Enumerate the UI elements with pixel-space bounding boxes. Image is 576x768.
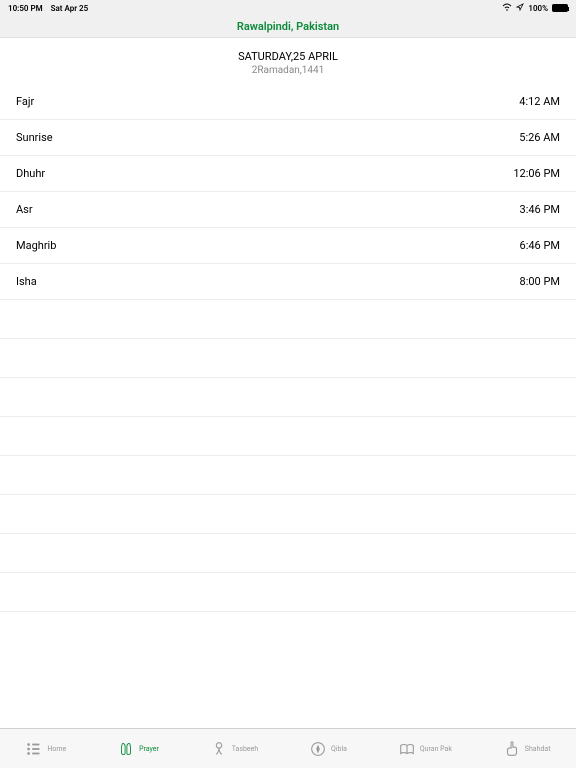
empty-row	[0, 495, 576, 534]
wifi-icon	[502, 3, 512, 13]
prayer-name: Sunrise	[16, 131, 53, 144]
status-date: Sat Apr 25	[51, 4, 89, 13]
prayer-row-fajr[interactable]: Fajr 4:12 AM	[0, 84, 576, 120]
prayer-time: 12:06 PM	[513, 167, 560, 180]
empty-row	[0, 378, 576, 417]
book-icon	[398, 740, 416, 758]
prayer-time: 3:46 PM	[520, 203, 560, 216]
tab-qibla[interactable]: Qibla	[309, 740, 347, 758]
prayer-row-maghrib[interactable]: Maghrib 6:46 PM	[0, 228, 576, 264]
prayer-time: 4:12 AM	[519, 95, 560, 108]
prayer-name: Dhuhr	[16, 167, 45, 180]
empty-row	[0, 300, 576, 339]
gregorian-date: SATURDAY,25 APRIL	[0, 50, 576, 63]
prayer-row-asr[interactable]: Asr 3:46 PM	[0, 192, 576, 228]
prayer-time: 6:46 PM	[520, 239, 560, 252]
compass-icon	[309, 740, 327, 758]
tab-label: Home	[47, 745, 66, 753]
prayer-name: Asr	[16, 203, 33, 216]
tab-quran[interactable]: Quran Pak	[398, 740, 452, 758]
status-bar: 10:50 PM Sat Apr 25 100%	[0, 0, 576, 16]
empty-row	[0, 339, 576, 378]
prayer-name: Isha	[16, 275, 37, 288]
date-section: SATURDAY,25 APRIL 2Ramadan,1441	[0, 38, 576, 84]
tab-prayer[interactable]: Prayer	[117, 740, 159, 758]
beads-icon	[210, 740, 228, 758]
tab-tasbeeh[interactable]: Tasbeeh	[210, 740, 258, 758]
battery-percent: 100%	[528, 4, 548, 13]
prayer-row-dhuhr[interactable]: Dhuhr 12:06 PM	[0, 156, 576, 192]
tab-home[interactable]: Home	[25, 740, 66, 758]
tab-label: Tasbeeh	[232, 745, 258, 753]
prayer-row-isha[interactable]: Isha 8:00 PM	[0, 264, 576, 300]
header: Rawalpindi, Pakistan	[0, 16, 576, 38]
location-title[interactable]: Rawalpindi, Pakistan	[237, 20, 339, 33]
empty-row	[0, 456, 576, 495]
prayer-name: Maghrib	[16, 239, 56, 252]
location-icon	[516, 3, 524, 13]
empty-row	[0, 534, 576, 573]
tab-label: Shahdat	[525, 745, 551, 753]
empty-row	[0, 417, 576, 456]
prayer-time: 8:00 PM	[520, 275, 560, 288]
tab-label: Qibla	[331, 745, 347, 753]
status-time: 10:50 PM	[8, 4, 43, 13]
islamic-date: 2Ramadan,1441	[0, 65, 576, 76]
tab-label: Prayer	[139, 745, 159, 753]
prayer-list: Fajr 4:12 AM Sunrise 5:26 AM Dhuhr 12:06…	[0, 84, 576, 728]
prayer-row-sunrise[interactable]: Sunrise 5:26 AM	[0, 120, 576, 156]
tab-bar: Home Prayer Tasbeeh Qibla Quran Pak Shah…	[0, 728, 576, 768]
prayer-time: 5:26 AM	[519, 131, 560, 144]
empty-row	[0, 573, 576, 612]
prayer-name: Fajr	[16, 95, 34, 108]
list-icon	[25, 740, 43, 758]
empty-row	[0, 612, 576, 651]
hands-icon	[117, 740, 135, 758]
battery-icon	[552, 4, 568, 12]
tab-shahdat[interactable]: Shahdat	[503, 740, 551, 758]
tab-label: Quran Pak	[420, 745, 452, 753]
finger-icon	[503, 740, 521, 758]
